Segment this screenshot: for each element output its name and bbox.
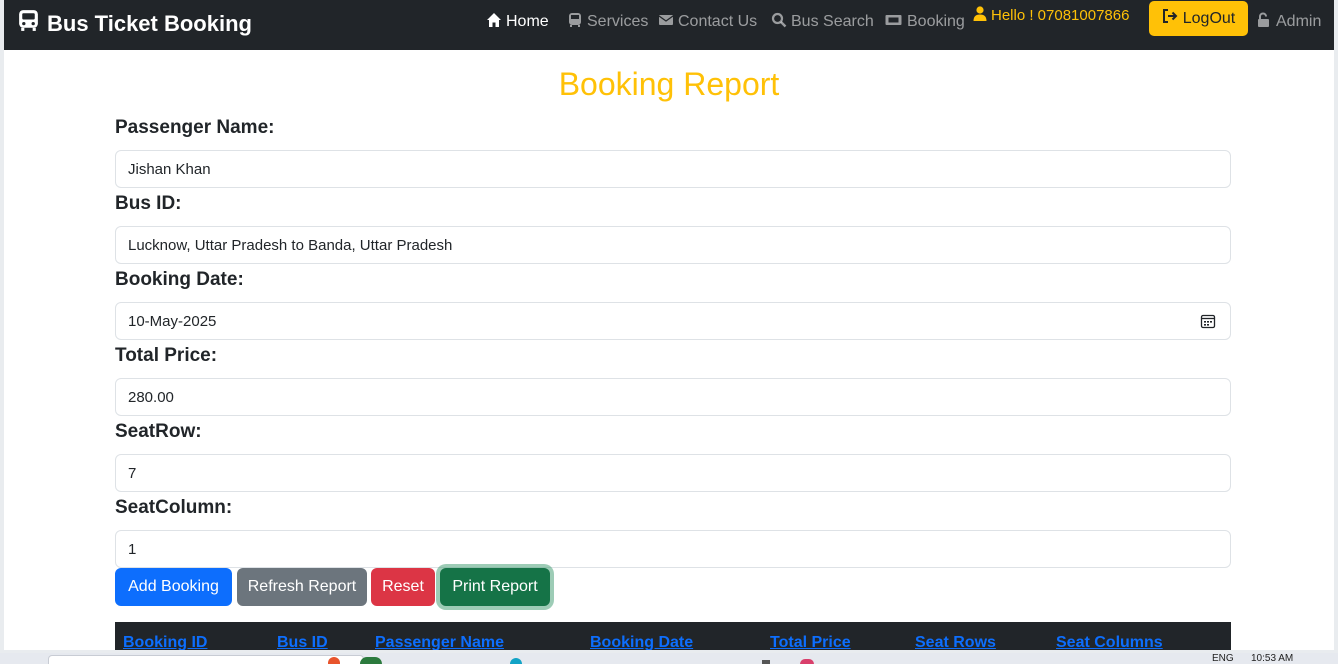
greeting-text: Hello ! 07081007866: [991, 7, 1130, 24]
ticket-icon: [884, 12, 903, 33]
clock[interactable]: 10:53 AM: [1251, 653, 1293, 664]
user-icon: [973, 6, 987, 25]
sign-out-icon: [1162, 8, 1178, 29]
seat-column-label: SeatColumn:: [115, 497, 233, 518]
nav-admin[interactable]: Admin: [1256, 12, 1321, 32]
nav-bus-search-label: Bus Search: [791, 13, 874, 30]
passenger-name-field[interactable]: Jishan Khan: [115, 150, 1231, 188]
app-icon[interactable]: [762, 660, 770, 664]
logout-label: LogOut: [1182, 9, 1236, 27]
column-header-seat-rows[interactable]: Seat Rows: [915, 634, 996, 650]
seat-row-field[interactable]: 7: [115, 454, 1231, 492]
passenger-name-value: Jishan Khan: [128, 160, 211, 178]
page-title: Booking Report: [558, 66, 780, 102]
app-icon[interactable]: [328, 657, 340, 664]
bus-icon: [567, 12, 583, 33]
booking-date-value: 10-May-2025: [128, 312, 217, 330]
refresh-report-button[interactable]: Refresh Report: [237, 568, 367, 606]
nav-booking-label: Booking: [907, 13, 965, 30]
app-icon[interactable]: [510, 658, 522, 664]
total-price-field[interactable]: 280.00: [115, 378, 1231, 416]
browser-page: Bus Ticket Booking Home Services Contact…: [4, 0, 1334, 650]
unlock-icon: [1256, 12, 1272, 33]
reset-button[interactable]: Reset: [371, 568, 435, 606]
booking-date-field[interactable]: 10-May-2025: [115, 302, 1231, 340]
seat-column-field[interactable]: 1: [115, 530, 1231, 568]
os-taskbar: ENG 10:53 AM: [0, 653, 1338, 664]
calendar-icon[interactable]: [1200, 313, 1216, 329]
seat-column-value: 1: [128, 540, 137, 558]
nav-contact[interactable]: Contact Us: [658, 12, 757, 32]
seat-row-value: 7: [128, 464, 137, 482]
column-header-passenger-name[interactable]: Passenger Name: [375, 634, 504, 650]
logout-button[interactable]: LogOut: [1149, 1, 1248, 36]
bus-icon: [16, 8, 41, 39]
add-booking-button[interactable]: Add Booking: [115, 568, 232, 606]
column-header-booking-id[interactable]: Booking ID: [123, 634, 207, 650]
top-navbar: Bus Ticket Booking Home Services Contact…: [4, 0, 1334, 50]
nav-services[interactable]: Services: [567, 12, 648, 32]
total-price-value: 280.00: [128, 388, 174, 406]
nav-home-label: Home: [506, 13, 549, 30]
app-icon[interactable]: [360, 657, 382, 664]
print-report-button[interactable]: Print Report: [440, 568, 550, 606]
app-icon[interactable]: [800, 659, 814, 664]
column-header-total-price[interactable]: Total Price: [770, 634, 851, 650]
booking-date-label: Booking Date:: [115, 269, 244, 290]
home-icon: [486, 12, 502, 33]
bus-id-value: Lucknow, Uttar Pradesh to Banda, Uttar P…: [128, 236, 453, 254]
column-header-seat-columns[interactable]: Seat Columns: [1056, 634, 1163, 650]
passenger-name-label: Passenger Name:: [115, 117, 275, 138]
brand-name: Bus Ticket Booking: [47, 10, 252, 36]
total-price-label: Total Price:: [115, 345, 218, 366]
bookings-table-header: Booking ID Bus ID Passenger Name Booking…: [115, 622, 1231, 650]
taskbar-search-box[interactable]: [48, 655, 364, 664]
nav-services-label: Services: [587, 13, 649, 30]
nav-contact-label: Contact Us: [678, 13, 758, 30]
column-header-bus-id[interactable]: Bus ID: [277, 634, 328, 650]
seat-row-label: SeatRow:: [115, 421, 202, 442]
language-indicator[interactable]: ENG: [1212, 653, 1234, 664]
nav-home[interactable]: Home: [486, 12, 549, 32]
nav-admin-label: Admin: [1276, 13, 1322, 30]
nav-booking[interactable]: Booking: [884, 12, 965, 32]
envelope-icon: [658, 12, 674, 33]
nav-bus-search[interactable]: Bus Search: [771, 12, 874, 32]
bus-id-select[interactable]: Lucknow, Uttar Pradesh to Banda, Uttar P…: [115, 226, 1231, 264]
brand[interactable]: Bus Ticket Booking: [16, 8, 252, 39]
search-icon: [771, 12, 787, 33]
bus-id-label: Bus ID:: [115, 193, 182, 214]
column-header-booking-date[interactable]: Booking Date: [590, 634, 693, 650]
user-greeting[interactable]: Hello ! 07081007866: [973, 6, 1129, 25]
